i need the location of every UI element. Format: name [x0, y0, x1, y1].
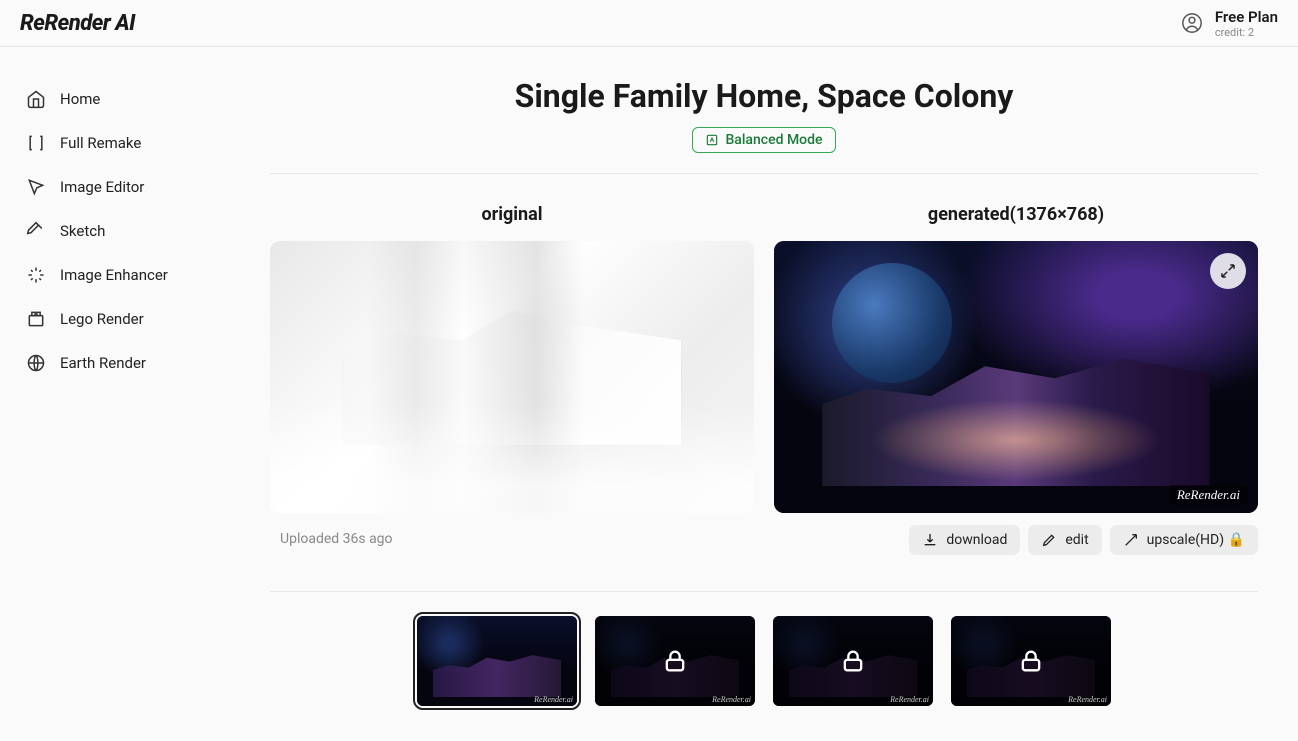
generated-image[interactable]: ReRender.ai — [774, 241, 1258, 513]
account-area[interactable]: Free Plan credit: 2 — [1181, 8, 1278, 39]
thumbnail-4[interactable]: ReRender.ai — [951, 616, 1111, 706]
lock-icon — [773, 616, 933, 706]
thumbnail-1[interactable]: ReRender.ai — [417, 616, 577, 706]
uploaded-time: Uploaded 36s ago — [270, 531, 754, 547]
watermark: ReRender.ai — [534, 695, 573, 704]
upscale-icon — [1123, 532, 1139, 548]
original-title: original — [270, 204, 754, 225]
globe-icon — [26, 353, 46, 373]
watermark: ReRender.ai — [712, 695, 751, 704]
sidebar-item-label: Image Enhancer — [60, 266, 168, 284]
generated-title: generated(1376×768) — [774, 204, 1258, 225]
action-bar: download edit upscale(HD) 🔒 — [774, 525, 1258, 555]
sidebar-item-earth-render[interactable]: Earth Render — [0, 341, 230, 385]
balance-icon — [705, 133, 719, 147]
lock-icon — [595, 616, 755, 706]
original-column: original Uploaded 36s ago — [270, 204, 754, 555]
user-icon — [1181, 12, 1203, 34]
watermark: ReRender.ai — [890, 695, 929, 704]
sidebar-item-label: Home — [60, 90, 100, 108]
expand-button[interactable] — [1210, 253, 1246, 289]
mode-badge: Balanced Mode — [692, 127, 835, 153]
lock-icon — [951, 616, 1111, 706]
thumbnail-row: ReRender.ai ReRender.ai ReRender.ai ReRe… — [270, 616, 1258, 706]
upscale-label: upscale(HD) 🔒 — [1147, 532, 1245, 548]
main-content: Single Family Home, Space Colony Balance… — [230, 47, 1298, 736]
download-button[interactable]: download — [909, 525, 1020, 555]
sidebar-item-label: Full Remake — [60, 134, 141, 152]
generated-column: generated(1376×768) ReRender.ai download — [774, 204, 1258, 555]
edit-label: edit — [1065, 532, 1088, 548]
thumbnail-3[interactable]: ReRender.ai — [773, 616, 933, 706]
edit-button[interactable]: edit — [1028, 525, 1101, 555]
home-icon — [26, 89, 46, 109]
blocks-icon — [26, 309, 46, 329]
watermark: ReRender.ai — [1068, 695, 1107, 704]
sidebar-item-image-editor[interactable]: Image Editor — [0, 165, 230, 209]
divider — [270, 591, 1258, 592]
sidebar-item-image-enhancer[interactable]: Image Enhancer — [0, 253, 230, 297]
pen-icon — [26, 221, 46, 241]
mode-label: Balanced Mode — [725, 132, 822, 148]
cursor-icon — [26, 177, 46, 197]
sidebar-item-home[interactable]: Home — [0, 77, 230, 121]
brand-logo[interactable]: ReRender AI — [20, 11, 135, 36]
sidebar-item-label: Image Editor — [60, 178, 144, 196]
header: ReRender AI Free Plan credit: 2 — [0, 0, 1298, 47]
sidebar-item-lego-render[interactable]: Lego Render — [0, 297, 230, 341]
thumbnail-2[interactable]: ReRender.ai — [595, 616, 755, 706]
plan-label: Free Plan — [1215, 8, 1278, 26]
download-icon — [922, 532, 938, 548]
upscale-button[interactable]: upscale(HD) 🔒 — [1110, 525, 1258, 555]
sidebar-item-label: Sketch — [60, 222, 105, 240]
divider — [270, 173, 1258, 174]
sidebar: Home Full Remake Image Editor Sketch Ima… — [0, 47, 230, 736]
brackets-icon — [26, 133, 46, 153]
sidebar-item-label: Earth Render — [60, 354, 146, 372]
sidebar-item-sketch[interactable]: Sketch — [0, 209, 230, 253]
sidebar-item-full-remake[interactable]: Full Remake — [0, 121, 230, 165]
credit-label: credit: 2 — [1215, 26, 1254, 39]
edit-icon — [1041, 532, 1057, 548]
watermark: ReRender.ai — [1169, 485, 1248, 505]
sidebar-item-label: Lego Render — [60, 310, 144, 328]
page-title: Single Family Home, Space Colony — [270, 77, 1258, 115]
sparkle-icon — [26, 265, 46, 285]
original-image[interactable] — [270, 241, 754, 513]
download-label: download — [946, 532, 1007, 548]
